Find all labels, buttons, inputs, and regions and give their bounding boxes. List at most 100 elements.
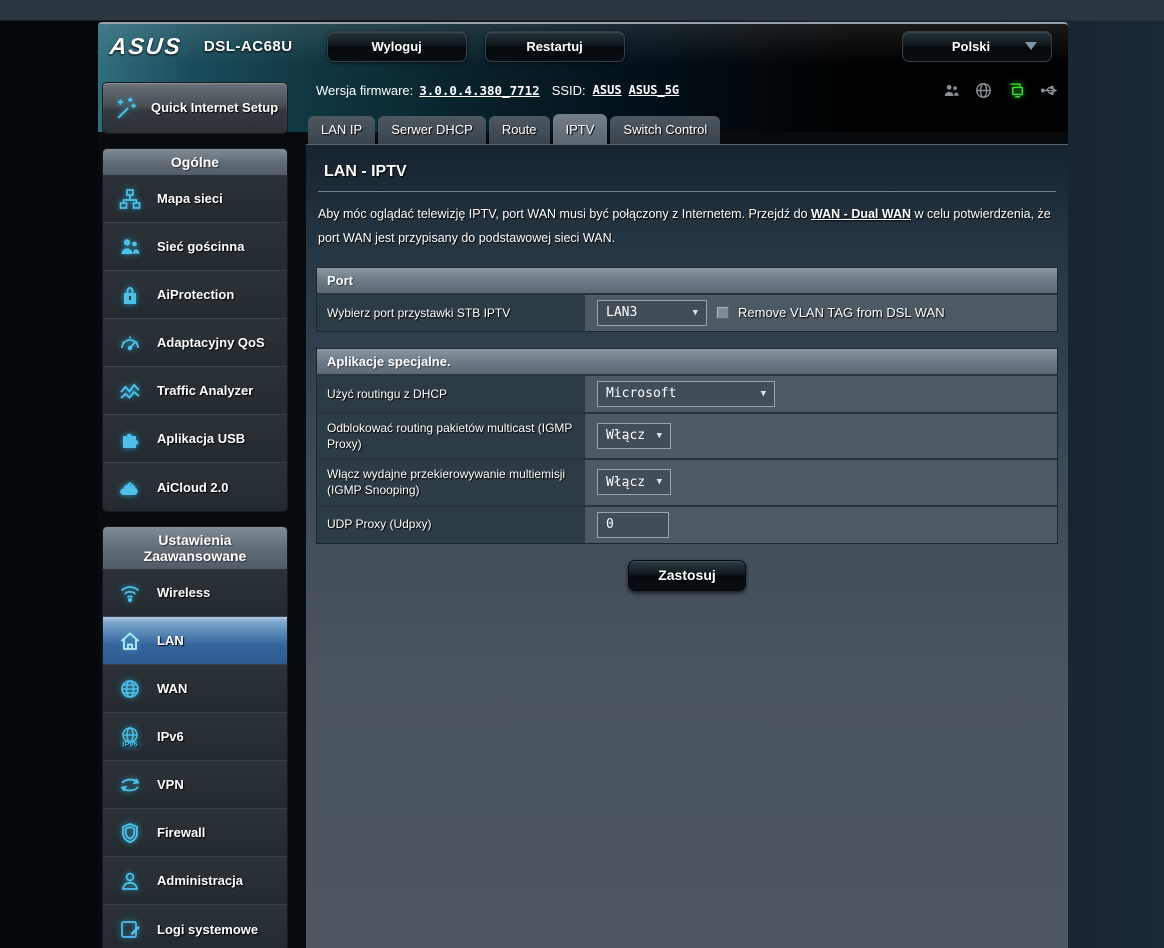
sidebar-item-aiprotection[interactable]: AiProtection bbox=[103, 271, 287, 319]
sidebar-item-siec-goscinna[interactable]: Sieć gościnna bbox=[103, 223, 287, 271]
tab-label: IPTV bbox=[566, 122, 595, 137]
wifi-icon bbox=[114, 581, 146, 605]
sidebar-item-label: Wireless bbox=[157, 585, 210, 600]
igmp-snooping-select-value: Włącz bbox=[606, 475, 645, 490]
info-bar: Wersja firmware: 3.0.0.4.380_7712 SSID: … bbox=[306, 68, 1068, 112]
clients-icon[interactable] bbox=[942, 81, 961, 100]
table-row: Odblokować routing pakietów multicast (I… bbox=[317, 412, 1057, 458]
dhcp-routes-value-cell: Microsoft ▼ bbox=[585, 376, 1057, 412]
log-note-icon bbox=[114, 917, 146, 941]
firmware-version-link[interactable]: 3.0.0.4.380_7712 bbox=[419, 83, 539, 98]
chevron-down-icon: ▼ bbox=[761, 389, 766, 399]
puzzle-icon bbox=[114, 427, 146, 451]
remove-vlan-tag-checkbox[interactable] bbox=[716, 306, 729, 319]
sidebar-item-label: Firewall bbox=[157, 825, 205, 840]
chevron-down-icon bbox=[1025, 42, 1037, 50]
igmp-proxy-select[interactable]: Włącz ▼ bbox=[597, 423, 671, 449]
chevron-down-icon: ▼ bbox=[693, 308, 698, 318]
udp-proxy-input[interactable] bbox=[597, 512, 669, 538]
reboot-button[interactable]: Restartuj bbox=[485, 31, 625, 62]
igmp-proxy-value-cell: Włącz ▼ bbox=[585, 414, 1057, 458]
gauge-icon bbox=[114, 331, 146, 355]
wan-dual-wan-link[interactable]: WAN - Dual WAN bbox=[811, 207, 911, 221]
svg-text:IPv6: IPv6 bbox=[122, 739, 137, 748]
person-icon bbox=[114, 869, 146, 893]
table-row: Włącz wydajne przekierowywanie multiemis… bbox=[317, 458, 1057, 504]
ssid-5ghz-link[interactable]: ASUS_5G bbox=[629, 83, 680, 97]
chart-icon bbox=[114, 379, 146, 403]
sidebar-item-label: Adaptacyjny QoS bbox=[157, 335, 265, 350]
udp-proxy-label: UDP Proxy (Udpxy) bbox=[317, 507, 585, 543]
status-icons bbox=[942, 81, 1060, 100]
udp-proxy-value-cell bbox=[585, 507, 1057, 543]
tab-label: Serwer DHCP bbox=[391, 122, 473, 137]
stb-port-select-value: LAN3 bbox=[606, 305, 637, 320]
sidebar-item-label: Sieć gościnna bbox=[157, 239, 244, 254]
tab-label: Switch Control bbox=[623, 122, 707, 137]
sidebar-item-adaptacyjny-qos[interactable]: Adaptacyjny QoS bbox=[103, 319, 287, 367]
sidebar-item-ipv6[interactable]: IPv6 IPv6 bbox=[103, 713, 287, 761]
sidebar-item-label: Administracja bbox=[157, 873, 243, 888]
sidebar-item-mapa-sieci[interactable]: Mapa sieci bbox=[103, 175, 287, 223]
sidebar-item-logi-systemowe[interactable]: Logi systemowe bbox=[103, 905, 287, 948]
guest-network-icon bbox=[114, 235, 146, 259]
sidebar-item-traffic-analyzer[interactable]: Traffic Analyzer bbox=[103, 367, 287, 415]
table-row: Użyć routingu z DHCP Microsoft ▼ bbox=[317, 374, 1057, 412]
sidebar-item-aicloud[interactable]: AiCloud 2.0 bbox=[103, 463, 287, 511]
vpn-arrows-icon bbox=[114, 773, 146, 797]
sidebar: Quick Internet Setup Ogólne Mapa sieci bbox=[98, 68, 290, 948]
remove-vlan-tag-label: Remove VLAN TAG from DSL WAN bbox=[738, 305, 945, 320]
globe-icon bbox=[114, 677, 146, 701]
usb-icon[interactable] bbox=[1039, 81, 1060, 100]
sidebar-item-vpn[interactable]: VPN bbox=[103, 761, 287, 809]
tab-label: LAN IP bbox=[321, 122, 362, 137]
shield-icon bbox=[114, 821, 146, 845]
tab-bar: LAN IP Serwer DHCP Route IPTV Switch Con… bbox=[306, 112, 1068, 144]
sidebar-item-administracja[interactable]: Administracja bbox=[103, 857, 287, 905]
igmp-snooping-label: Włącz wydajne przekierowywanie multiemis… bbox=[317, 460, 585, 504]
sidebar-item-label: Mapa sieci bbox=[157, 191, 223, 206]
asus-logo: ASUS bbox=[109, 33, 184, 60]
tab-iptv[interactable]: IPTV bbox=[553, 114, 608, 144]
sidebar-item-aplikacja-usb[interactable]: Aplikacja USB bbox=[103, 415, 287, 463]
tab-lan-ip[interactable]: LAN IP bbox=[308, 116, 375, 144]
dhcp-routes-label: Użyć routingu z DHCP bbox=[317, 376, 585, 412]
menu-advanced: Ustawienia Zaawansowane Wireless bbox=[102, 526, 288, 948]
port-section: Port Wybierz port przystawki STB IPTV LA… bbox=[316, 267, 1058, 332]
sidebar-item-firewall[interactable]: Firewall bbox=[103, 809, 287, 857]
internet-globe-icon[interactable] bbox=[974, 81, 993, 100]
sidebar-item-label: Traffic Analyzer bbox=[157, 383, 253, 398]
dhcp-routes-select[interactable]: Microsoft ▼ bbox=[597, 381, 775, 407]
igmp-snooping-select[interactable]: Włącz ▼ bbox=[597, 469, 671, 495]
sidebar-item-wireless[interactable]: Wireless bbox=[103, 569, 287, 617]
lan-status-icon[interactable] bbox=[1006, 81, 1026, 100]
language-select[interactable]: Polski bbox=[902, 31, 1052, 62]
title-divider bbox=[318, 191, 1056, 192]
sidebar-item-label: IPv6 bbox=[157, 729, 184, 744]
ssid-label: SSID: bbox=[552, 83, 586, 98]
cloud-icon bbox=[114, 475, 146, 499]
menu-advanced-title: Ustawienia Zaawansowane bbox=[103, 527, 287, 569]
sidebar-item-label: LAN bbox=[157, 633, 184, 648]
sidebar-item-lan[interactable]: LAN bbox=[103, 617, 287, 665]
sidebar-item-label: Logi systemowe bbox=[157, 922, 258, 937]
sidebar-item-wan[interactable]: WAN bbox=[103, 665, 287, 713]
menu-general: Ogólne Mapa sieci bbox=[102, 148, 288, 512]
logout-button[interactable]: Wyloguj bbox=[327, 31, 467, 62]
tab-switch-control[interactable]: Switch Control bbox=[610, 116, 720, 144]
tab-route[interactable]: Route bbox=[489, 116, 550, 144]
chevron-down-icon: ▼ bbox=[657, 431, 662, 441]
igmp-snooping-value-cell: Włącz ▼ bbox=[585, 460, 1057, 504]
ssid-24ghz-link[interactable]: ASUS bbox=[593, 83, 622, 97]
sidebar-item-label: AiProtection bbox=[157, 287, 234, 302]
tab-serwer-dhcp[interactable]: Serwer DHCP bbox=[378, 116, 486, 144]
stb-port-value-cell: LAN3 ▼ Remove VLAN TAG from DSL WAN bbox=[585, 295, 1057, 331]
sidebar-item-quick-internet-setup[interactable]: Quick Internet Setup bbox=[102, 82, 288, 134]
stb-port-select[interactable]: LAN3 ▼ bbox=[597, 300, 707, 326]
apply-row: Zastosuj bbox=[316, 560, 1058, 591]
qis-label: Quick Internet Setup bbox=[151, 100, 278, 116]
apply-button[interactable]: Zastosuj bbox=[628, 560, 746, 591]
firmware-label: Wersja firmware: bbox=[316, 83, 413, 98]
table-row: UDP Proxy (Udpxy) bbox=[317, 505, 1057, 543]
body-area: Quick Internet Setup Ogólne Mapa sieci bbox=[98, 68, 1068, 948]
